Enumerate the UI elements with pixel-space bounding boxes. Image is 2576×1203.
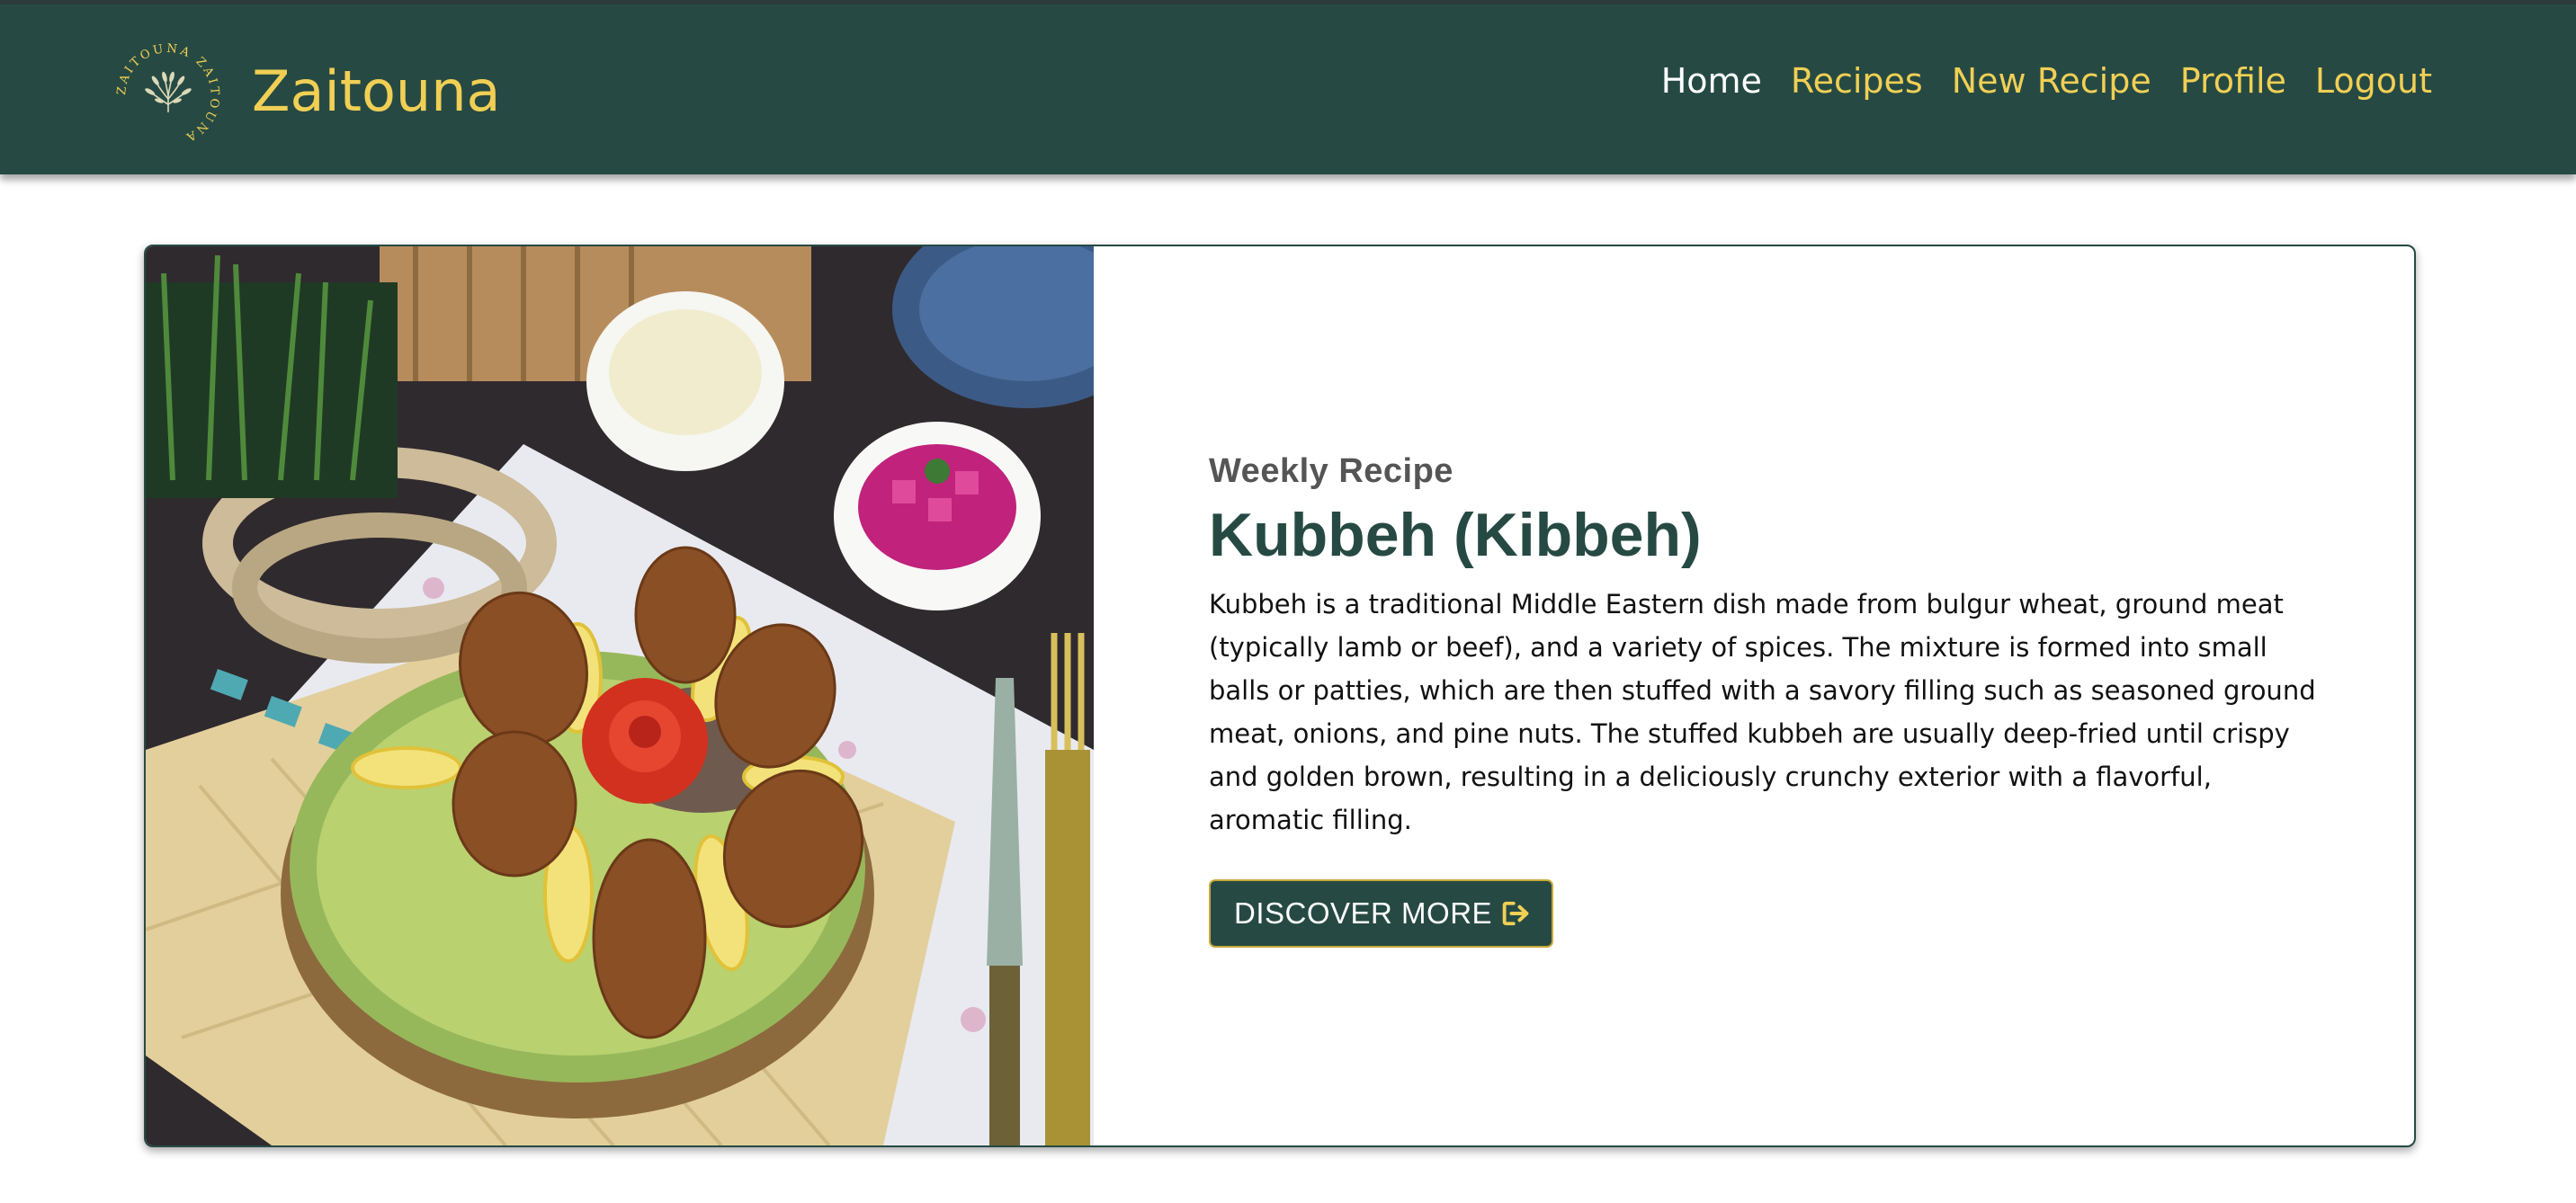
recipe-title: Kubbeh (Kibbeh) xyxy=(1209,500,1702,569)
section-eyebrow: Weekly Recipe xyxy=(1209,452,1453,490)
recipe-description: Kubbeh is a traditional Middle Eastern d… xyxy=(1209,588,2316,835)
sign-out-arrow-icon xyxy=(1502,901,1529,926)
brand-name[interactable]: Zaitouna xyxy=(252,64,501,120)
nav-link-profile[interactable]: Profile xyxy=(2180,64,2286,98)
navbar: ZAITOUNA ZAITOUNA Zaitouna Home Recipes … xyxy=(0,0,2576,174)
discover-more-label: DISCOVER MORE xyxy=(1234,896,1493,930)
olive-wreath-logo-icon: ZAITOUNA ZAITOUNA xyxy=(115,42,219,145)
weekly-recipe-card: Weekly Recipe Kubbeh (Kibbeh) Kubbeh is … xyxy=(144,245,2416,1147)
nav-link-home[interactable]: Home xyxy=(1661,64,1762,98)
recipe-details: Weekly Recipe Kubbeh (Kibbeh) Kubbeh is … xyxy=(1209,452,2324,948)
nav-link-logout[interactable]: Logout xyxy=(2315,64,2432,98)
nav-link-recipes[interactable]: Recipes xyxy=(1791,64,1923,98)
nav-links: Home Recipes New Recipe Profile Logout xyxy=(1661,64,2432,98)
nav-link-new-recipe[interactable]: New Recipe xyxy=(1952,64,2151,98)
discover-more-button[interactable]: DISCOVER MORE xyxy=(1209,878,1554,948)
brand[interactable]: ZAITOUNA ZAITOUNA Zaitouna xyxy=(113,40,501,150)
recipe-image xyxy=(146,246,1094,1145)
